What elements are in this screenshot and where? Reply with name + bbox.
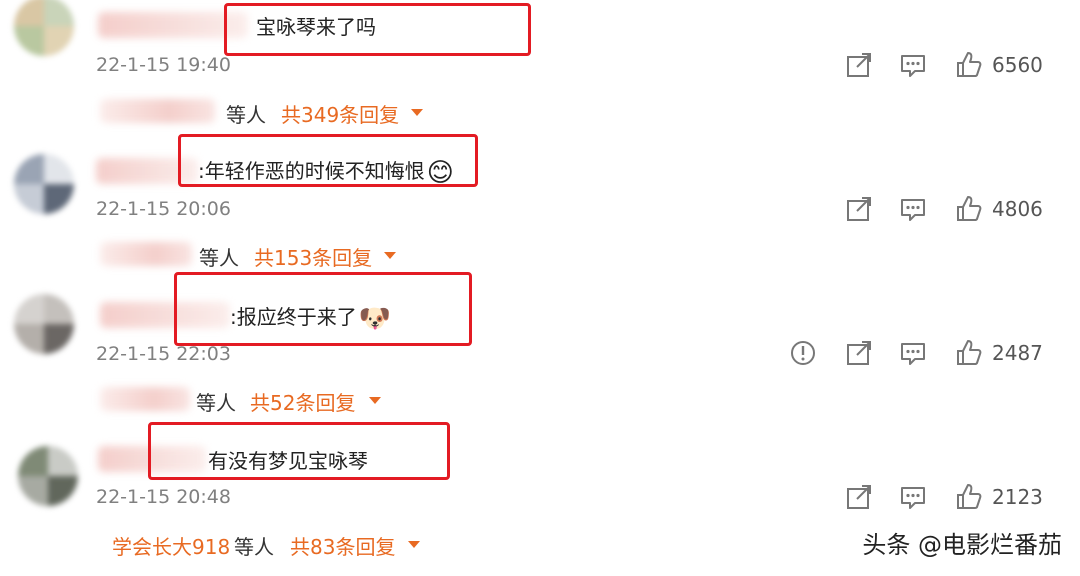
avatar[interactable] — [14, 294, 74, 354]
like-count: 4806 — [992, 197, 1043, 221]
reply-others-label: 等人 — [196, 391, 236, 415]
reply-summary[interactable]: 学会长大918 等人 共83条回复 — [112, 531, 432, 559]
reply-summary[interactable]: 等人 共349条回复 — [100, 99, 440, 127]
thumbs-up-icon[interactable] — [954, 482, 984, 512]
comment-icon[interactable] — [898, 50, 928, 80]
caret-down-icon[interactable] — [411, 109, 423, 116]
share-icon[interactable] — [844, 482, 874, 512]
comment-item: :年轻作恶的时候不知悔恨😊 22-1-15 20:06 4806 等人 共153… — [0, 134, 1080, 288]
reply-user-link[interactable]: 学会长大918 — [112, 531, 230, 560]
comment-item: 宝咏琴来了吗 22-1-15 19:40 6560 等人 共349条回复 — [0, 0, 1080, 144]
caret-down-icon[interactable] — [408, 541, 420, 548]
reply-summary[interactable]: 等人 共52条回复 — [100, 387, 400, 415]
like-count: 2123 — [992, 485, 1043, 509]
reply-others-label: 等人 — [226, 103, 266, 127]
like-count: 2487 — [992, 341, 1043, 365]
comment-item: :报应终于来了🐶 22-1-15 22:03 2487 等人 共52条回复 — [0, 272, 1080, 432]
like-count: 6560 — [992, 53, 1043, 77]
reply-summary[interactable]: 等人 共153条回复 — [100, 242, 410, 270]
comment-actions: 2123 — [840, 482, 1080, 512]
caret-down-icon[interactable] — [369, 397, 381, 404]
thumbs-up-icon[interactable] — [954, 50, 984, 80]
highlight-box — [148, 422, 450, 480]
reply-others-label: 等人 — [234, 535, 274, 559]
comment-icon[interactable] — [898, 482, 928, 512]
reply-total-link[interactable]: 共349条回复 — [281, 99, 399, 128]
thumbs-up-icon[interactable] — [954, 194, 984, 224]
reply-total-link[interactable]: 共83条回复 — [290, 531, 395, 560]
avatar[interactable] — [14, 154, 74, 214]
thumbs-up-icon[interactable] — [954, 338, 984, 368]
avatar[interactable] — [18, 446, 78, 506]
share-icon[interactable] — [844, 338, 874, 368]
comment-timestamp: 22-1-15 19:40 — [96, 54, 231, 76]
highlight-box — [174, 272, 472, 346]
reply-names-redacted — [100, 242, 192, 266]
reply-total-link[interactable]: 共52条回复 — [250, 387, 355, 416]
highlight-box — [178, 134, 478, 187]
reply-names-redacted — [100, 387, 190, 411]
comment-timestamp: 22-1-15 20:48 — [96, 486, 231, 508]
reply-names-redacted — [100, 99, 215, 123]
comment-timestamp: 22-1-15 20:06 — [96, 198, 231, 220]
comment-icon[interactable] — [898, 194, 928, 224]
share-icon[interactable] — [844, 50, 874, 80]
share-icon[interactable] — [844, 194, 874, 224]
comment-actions: 6560 — [840, 50, 1080, 80]
highlight-box — [224, 3, 531, 56]
watermark: 头条 @电影烂番茄 — [862, 531, 1062, 559]
report-icon[interactable] — [788, 338, 818, 368]
avatar[interactable] — [14, 0, 74, 56]
comment-actions: 4806 — [840, 194, 1080, 224]
comment-icon[interactable] — [898, 338, 928, 368]
reply-others-label: 等人 — [199, 246, 239, 270]
comment-timestamp: 22-1-15 22:03 — [96, 343, 231, 365]
comment-actions: 2487 — [784, 338, 1080, 368]
reply-total-link[interactable]: 共153条回复 — [254, 242, 372, 271]
caret-down-icon[interactable] — [384, 252, 396, 259]
